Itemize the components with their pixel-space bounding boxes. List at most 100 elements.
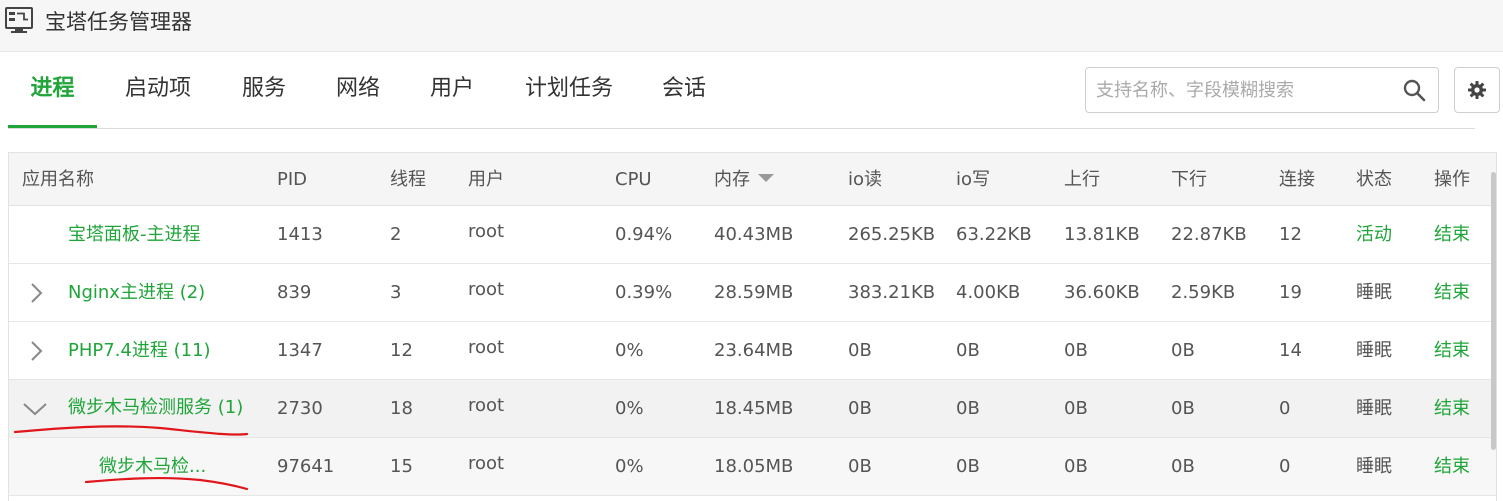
upload-cell: 36.60KB (1064, 282, 1140, 303)
table-row[interactable]: 微步木马检测服务 (1) 2730 18 root 0% 18.45MB 0B … (9, 379, 1496, 438)
col-memory-label: 内存 (714, 169, 750, 190)
io-write-cell: 0B (956, 398, 980, 419)
cpu-cell: 0.39% (615, 282, 673, 303)
status-cell: 睡眠 (1356, 282, 1392, 303)
user-cell: root (468, 453, 505, 474)
col-cpu[interactable]: CPU (615, 153, 652, 206)
tab-services[interactable]: 服务 (233, 52, 295, 128)
col-name[interactable]: 应用名称 (22, 153, 94, 206)
tab-scheduled-tasks[interactable]: 计划任务 (516, 52, 622, 128)
end-process-link[interactable]: 结束 (1434, 438, 1470, 496)
pid-cell: 2730 (277, 398, 323, 419)
table-row[interactable]: 宝塔面板-主进程 1413 2 root 0.94% 40.43MB 265.2… (9, 206, 1496, 264)
io-write-cell: 63.22KB (956, 224, 1032, 245)
tab-processes[interactable]: 进程 (8, 52, 97, 128)
process-name-label: Nginx主进程 (68, 282, 174, 303)
tab-startup[interactable]: 启动项 (116, 52, 200, 128)
cpu-cell: 0.94% (615, 224, 673, 245)
child-count: (11) (173, 340, 211, 361)
process-name[interactable]: PHP7.4进程 (11) (68, 322, 211, 380)
end-process-link[interactable]: 结束 (1434, 322, 1470, 380)
process-name[interactable]: 微步木马检测服务 (1) (68, 379, 243, 437)
search-icon[interactable] (1402, 78, 1426, 102)
upload-cell: 13.81KB (1064, 224, 1140, 245)
settings-button[interactable] (1454, 67, 1500, 113)
process-name[interactable]: 微步木马检... (99, 438, 206, 496)
memory-cell: 18.45MB (714, 398, 794, 419)
table-row[interactable]: PHP7.4进程 (11) 1347 12 root 0% 23.64MB 0B… (9, 322, 1496, 380)
connections-cell: 0 (1279, 398, 1291, 419)
col-user[interactable]: 用户 (468, 153, 504, 206)
cpu-cell: 0% (615, 340, 644, 361)
user-cell: root (468, 337, 505, 358)
upload-cell: 0B (1064, 340, 1088, 361)
process-table: 应用名称 PID 线程 用户 CPU 内存 io读 io写 上行 下行 连接 状… (8, 152, 1497, 501)
io-read-cell: 383.21KB (848, 282, 936, 303)
chevron-down-icon[interactable] (22, 397, 48, 421)
col-action: 操作 (1434, 169, 1470, 190)
status-cell: 睡眠 (1356, 398, 1392, 419)
col-io-read[interactable]: io读 (848, 153, 882, 206)
memory-cell: 23.64MB (714, 340, 794, 361)
status-cell: 睡眠 (1356, 456, 1392, 477)
sort-desc-icon (758, 174, 774, 182)
connections-cell: 0 (1279, 456, 1291, 477)
status-cell: 睡眠 (1356, 340, 1392, 361)
tab-users[interactable]: 用户 (421, 52, 483, 128)
upload-cell: 0B (1064, 398, 1088, 419)
io-write-cell: 4.00KB (956, 282, 1021, 303)
io-read-cell: 0B (848, 340, 872, 361)
search-input[interactable] (1096, 68, 1386, 112)
child-count: (2) (179, 282, 206, 303)
threads-cell: 3 (390, 282, 402, 303)
col-pid[interactable]: PID (277, 153, 307, 206)
download-cell: 0B (1171, 398, 1195, 419)
end-process-link[interactable]: 结束 (1434, 264, 1470, 322)
memory-cell: 28.59MB (714, 282, 794, 303)
pid-cell: 839 (277, 282, 312, 303)
process-name-label: PHP7.4进程 (68, 340, 168, 361)
col-upload[interactable]: 上行 (1064, 153, 1100, 206)
end-process-link[interactable]: 结束 (1434, 206, 1470, 264)
col-io-write[interactable]: io写 (956, 153, 990, 206)
cpu-cell: 0% (615, 456, 644, 477)
monitor-icon (5, 7, 33, 33)
process-name[interactable]: Nginx主进程 (2) (68, 264, 205, 322)
table-header: 应用名称 PID 线程 用户 CPU 内存 io读 io写 上行 下行 连接 状… (9, 153, 1496, 206)
chevron-right-icon[interactable] (25, 281, 47, 305)
status-cell: 活动 (1356, 224, 1392, 245)
memory-cell: 40.43MB (714, 224, 794, 245)
col-status[interactable]: 状态 (1356, 153, 1392, 206)
user-cell: root (468, 395, 505, 416)
chevron-right-icon[interactable] (25, 339, 47, 363)
search-box (1085, 67, 1439, 113)
title-bar: 宝塔任务管理器 (0, 0, 1503, 52)
child-count: (1) (217, 397, 244, 418)
process-name[interactable]: 宝塔面板-主进程 (68, 206, 201, 264)
tab-sessions[interactable]: 会话 (653, 52, 715, 128)
threads-cell: 18 (390, 398, 413, 419)
end-process-link[interactable]: 结束 (1434, 380, 1470, 438)
download-cell: 0B (1171, 456, 1195, 477)
table-row-child[interactable]: 微步木马检... 97641 15 root 0% 18.05MB 0B 0B … (9, 438, 1496, 496)
connections-cell: 19 (1279, 282, 1302, 303)
threads-cell: 15 (390, 456, 413, 477)
io-write-cell: 0B (956, 456, 980, 477)
download-cell: 22.87KB (1171, 224, 1247, 245)
process-name-label: 微步木马检测服务 (68, 397, 212, 418)
connections-cell: 12 (1279, 224, 1302, 245)
tab-network[interactable]: 网络 (327, 52, 389, 128)
pid-cell: 97641 (277, 456, 335, 477)
col-connections[interactable]: 连接 (1279, 153, 1315, 206)
user-cell: root (468, 279, 505, 300)
col-download[interactable]: 下行 (1171, 153, 1207, 206)
io-read-cell: 265.25KB (848, 224, 936, 245)
memory-cell: 18.05MB (714, 456, 794, 477)
io-read-cell: 0B (848, 398, 872, 419)
col-memory[interactable]: 内存 (714, 153, 774, 206)
table-scrollbar[interactable] (1491, 172, 1496, 450)
gear-icon (1468, 81, 1486, 99)
user-cell: root (468, 221, 505, 242)
col-threads[interactable]: 线程 (390, 153, 426, 206)
table-row[interactable]: Nginx主进程 (2) 839 3 root 0.39% 28.59MB 38… (9, 264, 1496, 322)
